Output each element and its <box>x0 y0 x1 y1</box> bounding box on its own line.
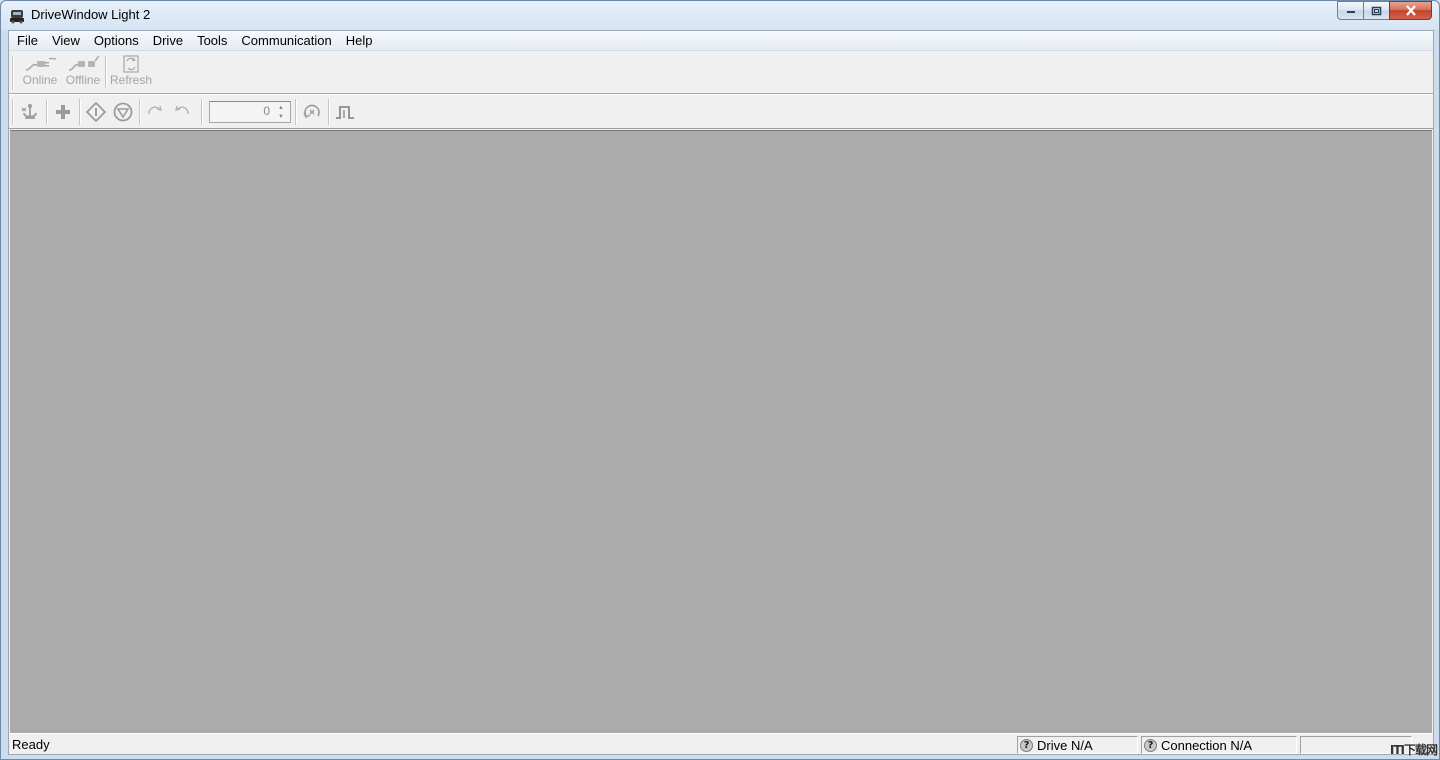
close-icon <box>1405 5 1416 16</box>
online-icon <box>25 57 57 71</box>
rotate-reverse-button[interactable] <box>171 101 193 123</box>
reset-icon <box>303 104 320 118</box>
minimize-icon <box>1346 10 1355 13</box>
menu-bar: File View Options Drive Tools Communicat… <box>9 31 1433 51</box>
minimize-button[interactable] <box>1337 1 1363 20</box>
rotate-reverse-icon <box>175 105 189 115</box>
toolbar-separator <box>201 99 203 125</box>
rotate-forward-icon <box>148 105 162 115</box>
add-icon <box>56 105 70 119</box>
offline-label: Offline <box>65 73 101 87</box>
client-area: File View Options Drive Tools Communicat… <box>8 30 1434 755</box>
connection-status: Connection N/A <box>1161 737 1253 753</box>
toolbar-separator <box>46 99 48 125</box>
question-icon: ? <box>1020 738 1033 752</box>
menu-view[interactable]: View <box>45 31 87 51</box>
title-bar[interactable]: DriveWindow Light 2 <box>1 1 1439 30</box>
online-button[interactable]: Online <box>21 55 59 87</box>
menu-drive[interactable]: Drive <box>146 31 190 51</box>
toolbar-grip[interactable] <box>12 99 14 125</box>
local-control-button[interactable] <box>19 101 41 123</box>
step-icon <box>336 106 354 119</box>
refresh-icon <box>123 55 139 73</box>
toolbar-separator <box>105 56 107 88</box>
spin-down-icon[interactable]: ▼ <box>273 112 289 121</box>
toolbar-grip[interactable] <box>12 56 14 90</box>
drive-control-toolbar: 0 ▲ ▼ <box>9 94 1433 129</box>
stop-button[interactable] <box>112 101 134 123</box>
start-button[interactable] <box>85 101 107 123</box>
online-label: Online <box>22 73 58 87</box>
app-window: DriveWindow Light 2 File View Options Dr… <box>0 0 1440 760</box>
restore-icon <box>1371 6 1382 15</box>
spin-up-icon[interactable]: ▲ <box>273 103 289 112</box>
refresh-button[interactable]: Refresh <box>110 55 152 87</box>
add-button[interactable] <box>52 101 74 123</box>
menu-options[interactable]: Options <box>87 31 146 51</box>
question-icon: ? <box>1144 738 1157 752</box>
spinner-arrows[interactable]: ▲ ▼ <box>273 103 289 121</box>
toolbar-separator <box>79 99 81 125</box>
reset-button[interactable] <box>301 101 323 123</box>
local-control-icon <box>21 104 37 119</box>
offline-button[interactable]: Offline <box>64 55 102 87</box>
toolbar-separator <box>139 99 141 125</box>
window-title: DriveWindow Light 2 <box>31 7 151 22</box>
watermark-logo: ITI下载网 <box>1389 743 1438 757</box>
status-ready: Ready <box>12 737 50 752</box>
menu-file[interactable]: File <box>10 31 45 51</box>
reference-spinbox[interactable]: 0 ▲ ▼ <box>209 101 291 123</box>
app-icon <box>9 7 26 24</box>
drive-status: Drive N/A <box>1037 737 1093 753</box>
maximize-button[interactable] <box>1363 1 1389 20</box>
connection-status-pane: ? Connection N/A <box>1141 736 1297 754</box>
toolbar-separator <box>295 99 297 125</box>
toolbar-separator <box>328 99 330 125</box>
stop-icon <box>113 102 133 122</box>
menu-communication[interactable]: Communication <box>234 31 338 51</box>
menu-help[interactable]: Help <box>339 31 380 51</box>
main-toolbar: Online Offline Refresh <box>9 52 1433 94</box>
drive-status-pane: ? Drive N/A <box>1017 736 1138 754</box>
rotate-forward-button[interactable] <box>144 101 166 123</box>
start-icon <box>86 102 106 122</box>
menu-tools[interactable]: Tools <box>190 31 234 51</box>
step-button[interactable] <box>334 101 356 123</box>
status-bar: Ready ? Drive N/A ? Connection N/A <box>9 733 1433 754</box>
reference-value: 0 <box>263 104 270 118</box>
refresh-label: Refresh <box>109 73 153 87</box>
offline-icon <box>68 55 100 71</box>
mdi-workspace[interactable] <box>10 130 1432 733</box>
caption-buttons <box>1337 1 1432 21</box>
close-button[interactable] <box>1389 1 1432 20</box>
